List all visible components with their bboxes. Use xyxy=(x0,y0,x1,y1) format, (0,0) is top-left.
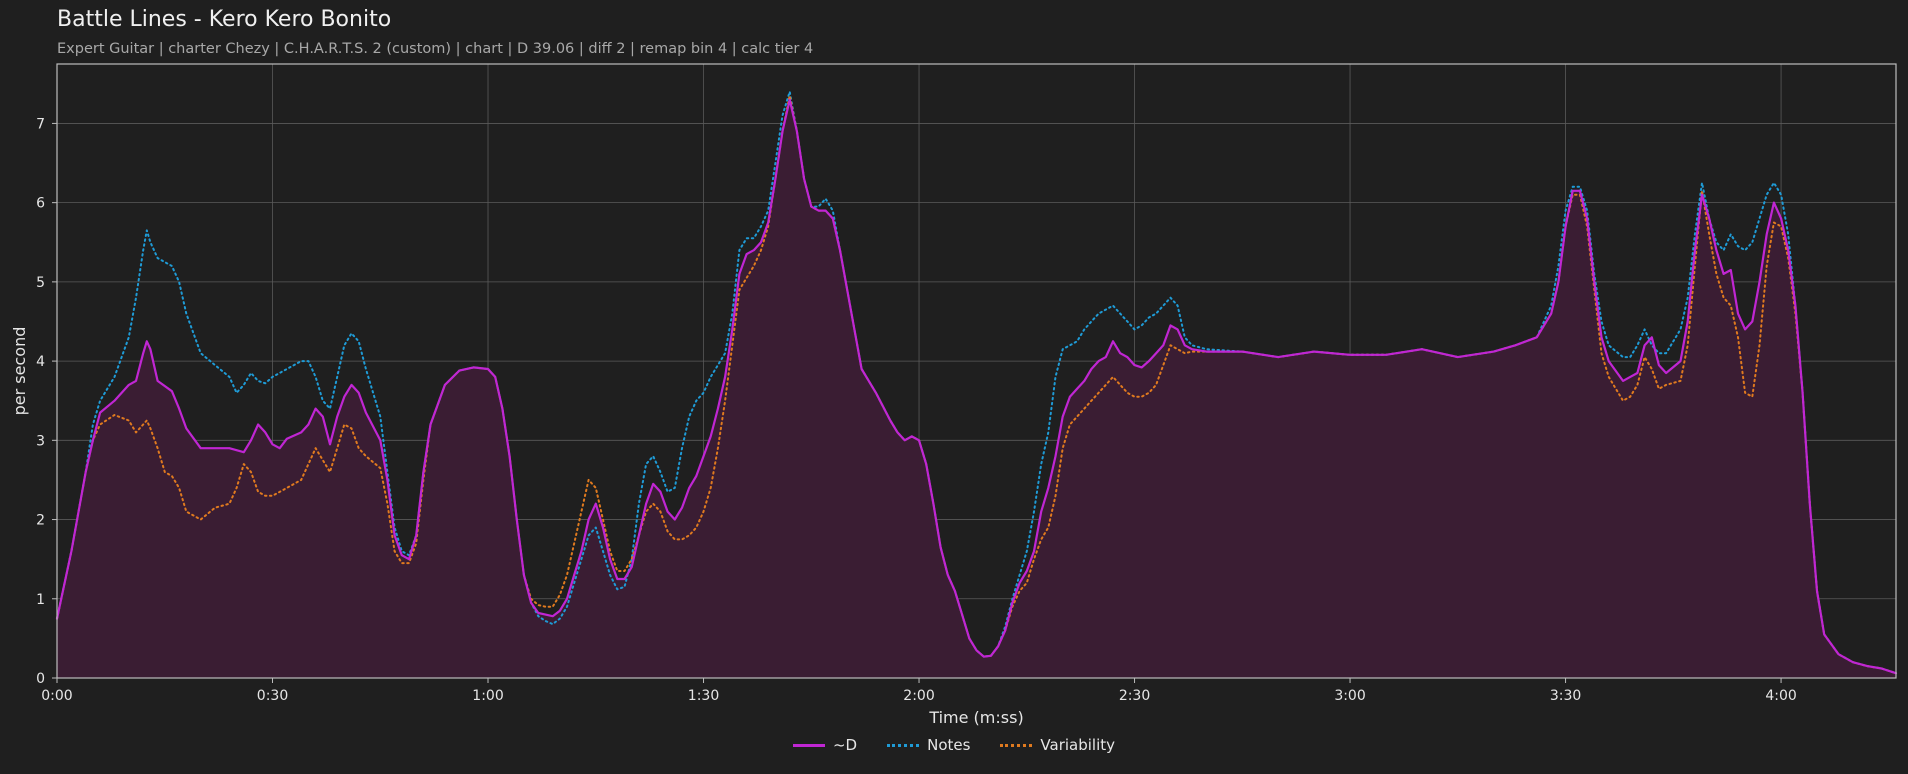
y-tick-label: 1 xyxy=(36,592,45,608)
x-tick-label: 2:30 xyxy=(1119,688,1150,704)
legend-label-d: ~D xyxy=(832,736,858,754)
y-axis-label: per second xyxy=(10,327,29,416)
x-tick-label: 2:00 xyxy=(903,688,934,704)
y-tick-label: 5 xyxy=(36,275,45,291)
legend-label-variability: Variability xyxy=(1040,736,1116,754)
legend-swatch-notes xyxy=(887,743,920,747)
legend-item-d: ~D xyxy=(792,736,858,754)
x-tick-label: 4:00 xyxy=(1765,688,1796,704)
y-tick-label: 4 xyxy=(36,354,45,370)
legend: ~D Notes Variability xyxy=(0,736,1908,754)
y-tick-label: 6 xyxy=(36,196,45,212)
legend-swatch-variability xyxy=(1000,743,1033,747)
x-tick-label: 3:00 xyxy=(1334,688,1365,704)
x-tick-label: 0:30 xyxy=(257,688,288,704)
y-tick-label: 0 xyxy=(36,671,45,687)
x-tick-label: 0:00 xyxy=(41,688,72,704)
x-tick-label: 3:30 xyxy=(1550,688,1581,704)
y-tick-label: 2 xyxy=(36,513,45,529)
y-tick-label: 3 xyxy=(36,433,45,449)
chart-plot: 0:00 0:30 1:00 1:30 2:00 2:30 3:00 3:30 4:00 0 1 2 3… xyxy=(10,63,1898,727)
x-tick-label: 1:00 xyxy=(472,688,503,704)
x-axis-label: Time (m:ss) xyxy=(928,708,1023,727)
fill-layer xyxy=(57,99,1896,678)
legend-item-variability: Variability xyxy=(1000,736,1115,754)
legend-item-notes: Notes xyxy=(887,736,970,754)
y-tick-label: 7 xyxy=(36,116,45,132)
x-tick-label: 1:30 xyxy=(688,688,719,704)
area-fill-d xyxy=(57,99,1896,678)
legend-swatch-d xyxy=(792,743,825,747)
legend-label-notes: Notes xyxy=(927,736,971,754)
